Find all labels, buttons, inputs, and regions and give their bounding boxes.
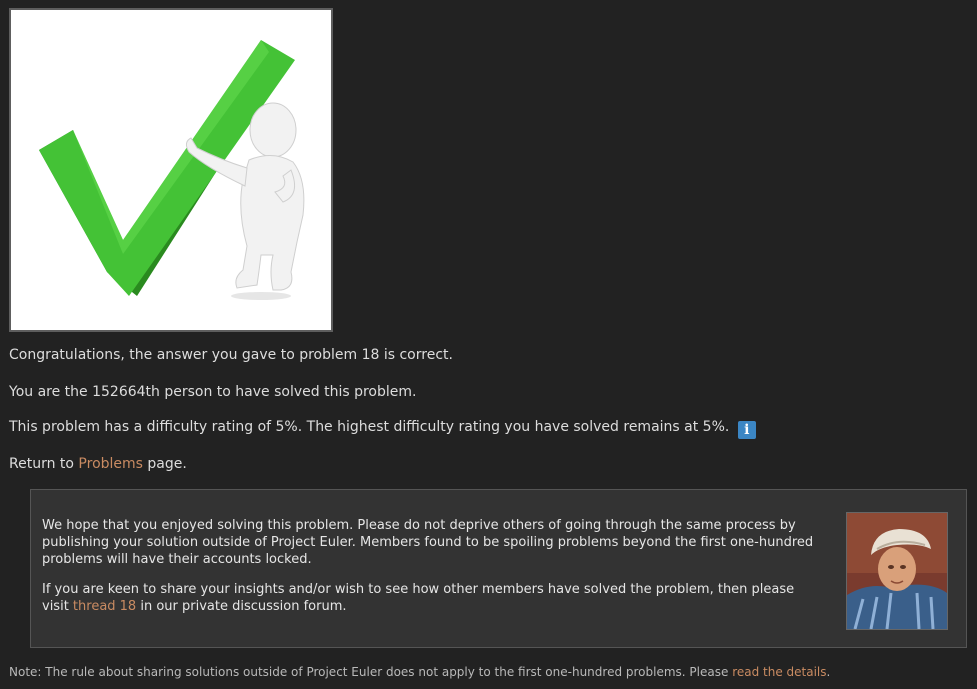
difficulty-line: This problem has a difficulty rating of …	[9, 419, 756, 439]
info-icon[interactable]: i	[737, 421, 756, 439]
notice-paragraph-1: We hope that you enjoyed solving this pr…	[42, 518, 814, 567]
return-line: Return to Problems page.	[9, 456, 187, 472]
problems-link[interactable]: Problems	[78, 456, 143, 472]
difficulty-text: This problem has a difficulty rating of …	[9, 419, 730, 435]
checkmark-with-figure-icon	[39, 40, 305, 300]
read-details-link[interactable]: read the details	[732, 665, 826, 679]
thread-link[interactable]: thread 18	[73, 599, 136, 614]
return-suffix: page.	[142, 456, 187, 472]
sharing-notice-text: We hope that you enjoyed solving this pr…	[42, 517, 822, 628]
euler-portrait-image	[846, 512, 948, 630]
congratulations-text: Congratulations, the answer you gave to …	[9, 347, 453, 363]
notice-paragraph-2: If you are keen to share your insights a…	[42, 581, 822, 615]
note-suffix: .	[826, 665, 831, 679]
footer-note: Note: The rule about sharing solutions o…	[9, 665, 830, 679]
note-prefix: Note: The rule about sharing solutions o…	[9, 665, 733, 679]
solver-rank-text: You are the 152664th person to have solv…	[9, 384, 417, 400]
notice-p2-suffix: in our private discussion forum.	[136, 599, 347, 614]
correct-answer-image	[9, 8, 333, 332]
return-prefix: Return to	[9, 456, 79, 472]
sharing-notice-box: We hope that you enjoyed solving this pr…	[30, 489, 967, 648]
euler-portrait-icon	[847, 513, 947, 629]
